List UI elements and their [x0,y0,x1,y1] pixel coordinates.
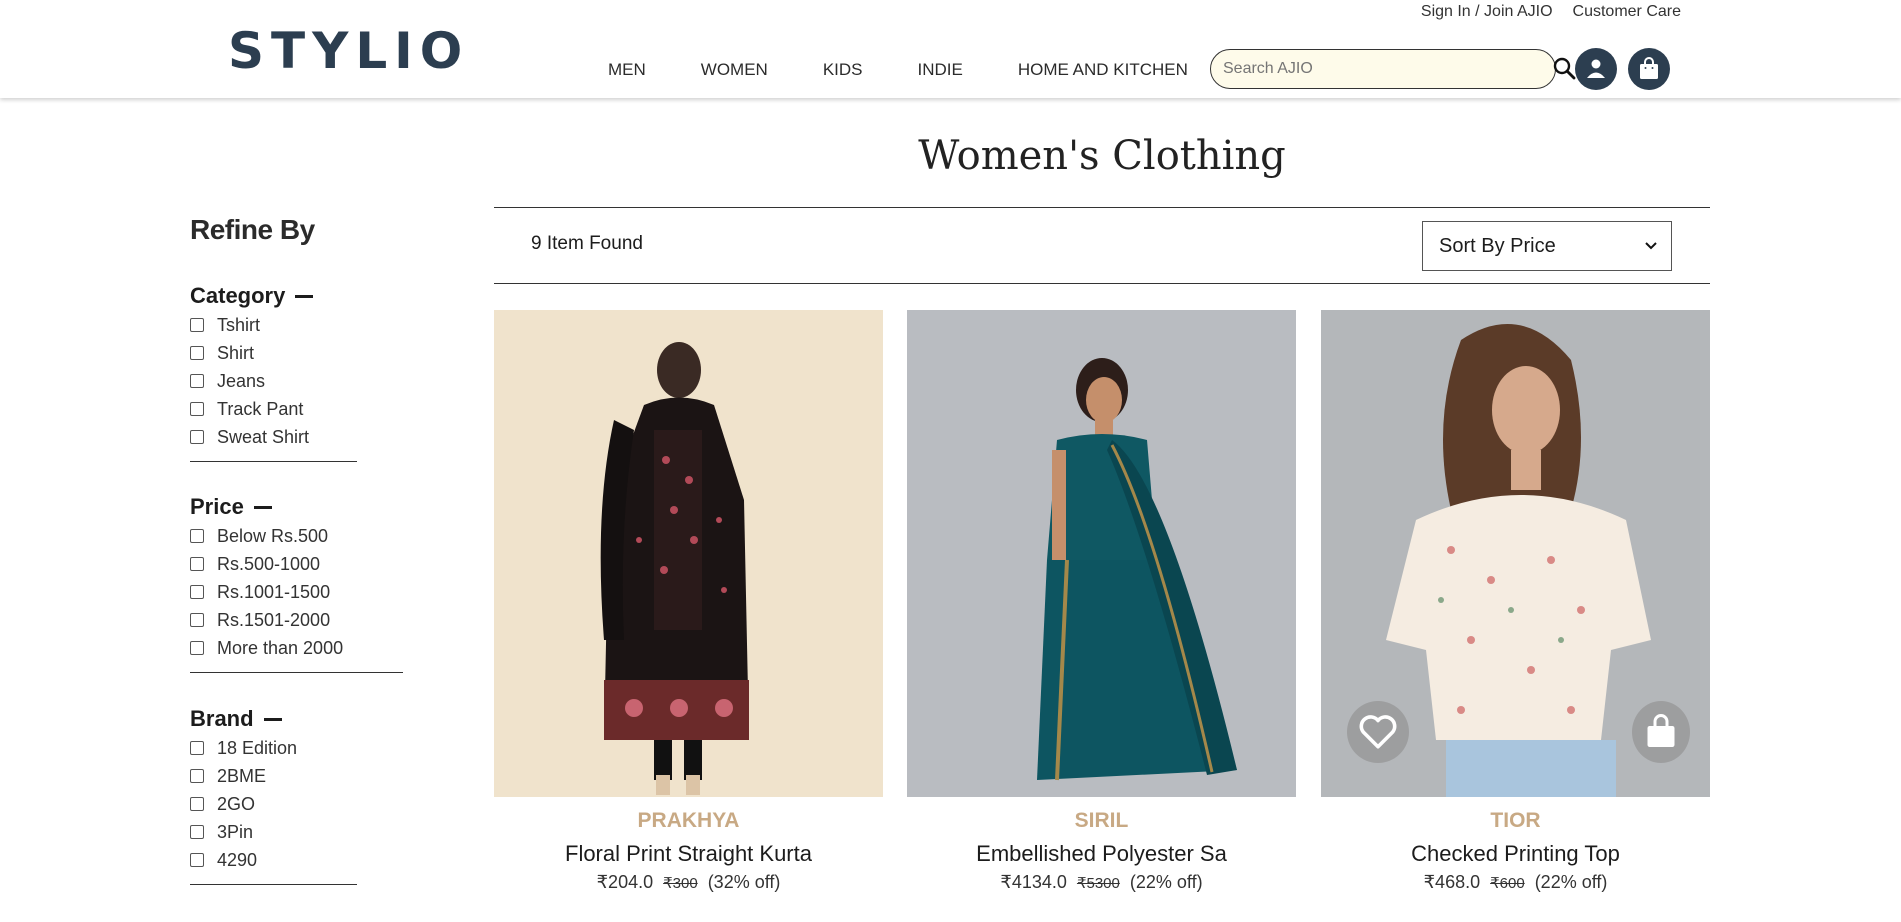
checkbox[interactable] [190,529,204,543]
filter-heading[interactable]: Brand [190,704,357,734]
checkbox[interactable] [190,430,204,444]
shopping-bag-button[interactable] [1628,48,1670,90]
sort-label: Sort By Price [1439,234,1556,257]
refine-by-heading: Refine By [190,214,315,245]
wishlist-button[interactable] [1347,701,1409,763]
sign-in-link[interactable]: Sign In / Join AJIO [1421,3,1553,21]
checkbox[interactable] [190,613,204,627]
divider [494,207,1710,208]
nav-home-and-kitchen[interactable]: HOME AND KITCHEN [1018,60,1188,80]
filter-heading[interactable]: Category [190,281,357,311]
filter-option[interactable]: More than 2000 [190,634,403,662]
divider [190,461,357,462]
top-links: Sign In / Join AJIO Customer Care [1421,3,1681,21]
checkbox[interactable] [190,641,204,655]
customer-care-link[interactable]: Customer Care [1573,3,1681,21]
original-price: ₹5300 [1076,875,1120,892]
add-to-cart-button[interactable] [1632,701,1690,763]
product-brand: SIRIL [1074,809,1129,832]
product-price: ₹4134.0 ₹5300 (22% off) [907,872,1296,893]
product-brand: TIOR [1490,809,1541,832]
checkbox[interactable] [190,402,204,416]
discount: (22% off) [1129,872,1203,892]
item-count: 9 Item Found [531,233,643,254]
checkbox[interactable] [190,557,204,571]
site-logo[interactable]: STYLIO [228,22,469,80]
checkbox[interactable] [190,741,204,755]
search-icon[interactable] [1552,56,1576,80]
checkbox[interactable] [190,346,204,360]
checkbox[interactable] [190,853,204,867]
filter-option[interactable]: Rs.1001-1500 [190,578,403,606]
filter-option[interactable]: Jeans [190,367,357,395]
bag-icon [1640,57,1658,79]
product-name[interactable]: Embellished Polyester Sa [907,841,1296,871]
bag-icon [1647,714,1675,747]
filter-option[interactable]: Sweat Shirt [190,423,357,451]
filter-option[interactable]: Rs.1501-2000 [190,606,403,634]
product-image[interactable] [907,310,1296,797]
divider [190,672,403,673]
product-price: ₹468.0 ₹600 (22% off) [1321,872,1710,893]
product-image[interactable] [494,310,883,797]
page-title: Women's Clothing [918,133,1286,179]
sale-price: ₹4134.0 [1000,872,1067,892]
collapse-icon[interactable] [295,294,314,298]
collapse-icon[interactable] [263,717,282,721]
product-name[interactable]: Checked Printing Top [1321,841,1710,871]
site-header: STYLIO Sign In / Join AJIO Customer Care… [0,0,1901,98]
kurta-illustration [494,310,883,797]
filter-option[interactable]: Shirt [190,339,357,367]
discount: (32% off) [707,872,781,892]
product-card[interactable]: PRAKHYA Floral Print Straight Kurta ₹204… [494,310,883,893]
saree-illustration [907,310,1296,797]
sort-select[interactable]: Sort By Price [1422,221,1672,271]
filter-brand: Brand 18 Edition 2BME 2GO 3Pin 4290 [190,704,357,885]
checkbox[interactable] [190,769,204,783]
product-card[interactable]: TIOR Checked Printing Top ₹468.0 ₹600 (22%… [1321,310,1710,893]
search-input[interactable] [1210,49,1556,89]
product-card[interactable]: SIRIL Embellished Polyester Sa ₹4134.0 ₹5… [907,310,1296,893]
filter-option[interactable]: 2BME [190,762,357,790]
collapse-icon[interactable] [253,505,272,509]
nav-men[interactable]: MEN [608,60,646,80]
original-price: ₹300 [663,875,698,892]
nav-kids[interactable]: KIDS [823,60,863,80]
discount: (22% off) [1534,872,1608,892]
filter-heading[interactable]: Price [190,492,403,522]
checkbox[interactable] [190,797,204,811]
product-image[interactable] [1321,310,1710,797]
chevron-down-icon [1645,242,1657,250]
checkbox[interactable] [190,825,204,839]
sale-price: ₹204.0 [596,872,654,892]
filter-option[interactable]: 2GO [190,790,357,818]
divider [494,283,1710,284]
nav-indie[interactable]: INDIE [918,60,963,80]
product-name[interactable]: Floral Print Straight Kurta [494,841,883,871]
checkbox[interactable] [190,374,204,388]
user-account-button[interactable] [1575,48,1617,90]
filter-option[interactable]: Tshirt [190,311,357,339]
nav-women[interactable]: WOMEN [701,60,768,80]
divider [190,884,357,885]
filter-option[interactable]: 3Pin [190,818,357,846]
filter-option[interactable]: 18 Edition [190,734,357,762]
heart-icon [1359,715,1397,749]
filter-option[interactable]: Track Pant [190,395,357,423]
filter-option[interactable]: 4290 [190,846,357,874]
filter-option[interactable]: Below Rs.500 [190,522,403,550]
product-brand: PRAKHYA [637,809,740,832]
original-price: ₹600 [1490,875,1525,892]
sale-price: ₹468.0 [1423,872,1481,892]
product-price: ₹204.0 ₹300 (32% off) [494,872,883,893]
checkbox[interactable] [190,585,204,599]
user-icon [1587,59,1605,78]
filter-option[interactable]: Rs.500-1000 [190,550,403,578]
checkbox[interactable] [190,318,204,332]
filter-category: Category Tshirt Shirt Jeans Track Pant S… [190,281,357,462]
filter-price: Price Below Rs.500 Rs.500-1000 Rs.1001-1… [190,492,403,673]
main-nav: MEN WOMEN KIDS INDIE HOME AND KITCHEN [608,60,1243,80]
